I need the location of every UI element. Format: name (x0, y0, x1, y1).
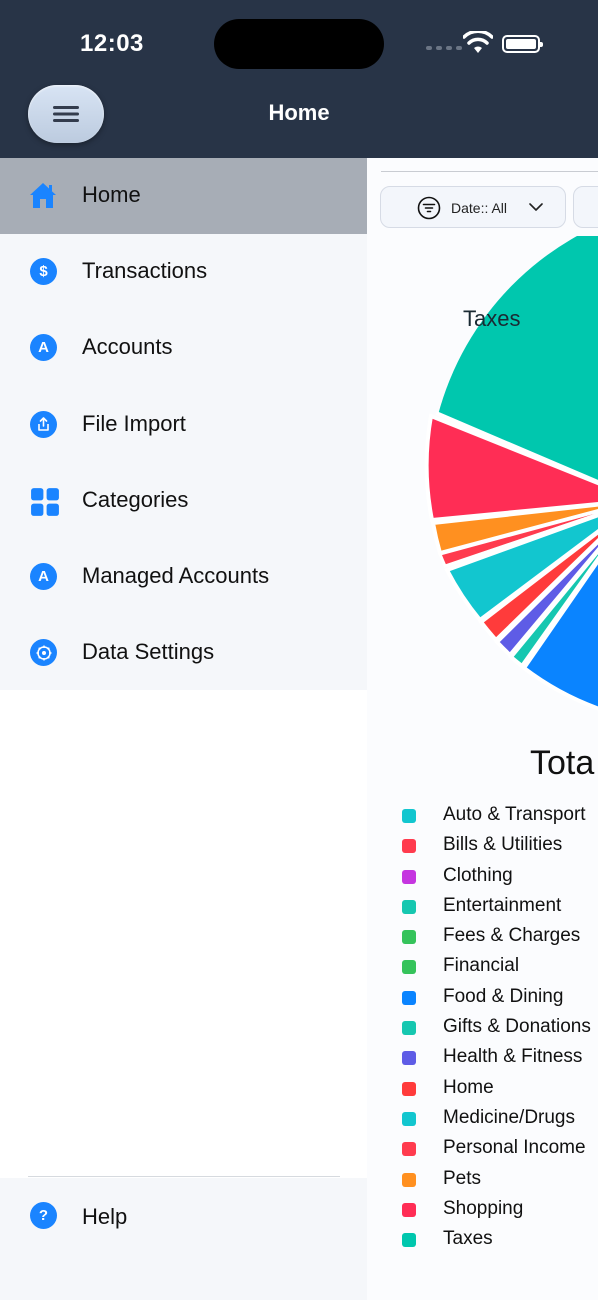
wifi-icon (463, 31, 493, 53)
legend-swatch (402, 809, 416, 823)
drawer-item-home[interactable]: Home (0, 158, 367, 234)
legend-label: Home (443, 1076, 494, 1098)
legend-swatch (402, 839, 416, 854)
legend-label: Entertainment (443, 894, 562, 916)
dollar-icon: $ (30, 258, 60, 288)
upload-icon (30, 411, 60, 441)
legend-swatch (402, 990, 416, 1005)
page-title: Home (268, 100, 330, 125)
legend-swatch (402, 1111, 416, 1126)
battery-icon (502, 35, 543, 53)
drawer-item-managed-accounts[interactable]: A Managed Accounts (0, 539, 367, 615)
date-filter-button[interactable]: Date:: All (380, 186, 566, 228)
drawer-item-label: Categories (82, 487, 189, 512)
help-icon: ? (30, 1202, 57, 1229)
legend-swatch (402, 899, 416, 914)
drawer-menu: Home $ Transactions A Accounts File Impo… (0, 158, 367, 690)
drawer-item-label: Home (82, 182, 141, 207)
legend-label: Clothing (443, 864, 513, 886)
secondary-filter-button[interactable] (573, 186, 598, 228)
legend-swatch (402, 930, 416, 945)
status-time: 12:03 (80, 30, 144, 57)
drawer-item-label: Help (82, 1204, 128, 1229)
divider (381, 171, 598, 172)
filter-icon (417, 196, 441, 220)
legend-swatch (402, 1142, 416, 1157)
drawer-item-help[interactable]: ? Help (0, 1178, 367, 1300)
drawer-item-label: File Import (82, 411, 186, 436)
legend-label: Personal Income (443, 1137, 586, 1159)
grid-icon (31, 488, 59, 516)
legend-swatch (402, 1081, 416, 1096)
date-filter-label: Date:: All (451, 200, 508, 216)
legend-label: Taxes (443, 1228, 493, 1250)
cellular-signal-icon (426, 46, 462, 50)
drawer-item-label: Data Settings (82, 639, 215, 664)
divider (28, 1176, 340, 1177)
legend-label: Pets (443, 1167, 482, 1189)
dashboard-content: Date:: All Taxes Tota Auto & Transport B… (367, 158, 598, 1300)
legend-label: Gifts & Donations (443, 1016, 591, 1038)
legend-label: Auto & Transport (443, 804, 586, 825)
legend-swatch (402, 1233, 416, 1248)
legend-label: Fees & Charges (443, 925, 581, 947)
drawer-item-label: Managed Accounts (82, 563, 270, 588)
accounts-icon: A (30, 334, 60, 364)
legend-swatch (402, 1172, 416, 1187)
total-title: Tota (530, 744, 595, 782)
drawer-item-transactions[interactable]: $ Transactions (0, 234, 367, 310)
dynamic-island (214, 19, 384, 69)
legend-label: Medicine/Drugs (443, 1106, 575, 1128)
legend-swatch (402, 1202, 416, 1217)
legend-label: Financial (443, 955, 520, 977)
legend-swatch (402, 1051, 416, 1066)
navigation-drawer: Home $ Transactions A Accounts File Impo… (0, 158, 367, 1300)
drawer-item-file-import[interactable]: File Import (0, 387, 367, 463)
accounts-icon: A (30, 563, 60, 593)
gear-icon (30, 639, 60, 669)
legend-swatch (402, 869, 416, 884)
legend-label: Health & Fitness (443, 1046, 583, 1068)
chevron-down-icon (529, 203, 543, 211)
drawer-item-accounts[interactable]: A Accounts (0, 310, 367, 386)
legend-label: Food & Dining (443, 985, 564, 1007)
legend-label: Shopping (443, 1197, 524, 1219)
legend-label: Bills & Utilities (443, 834, 563, 856)
drawer-item-label: Transactions (82, 258, 208, 283)
navigation-header: 12:03 Home (0, 0, 598, 158)
house-icon (30, 183, 56, 208)
drawer-item-label: Accounts (82, 334, 173, 359)
legend-swatch (402, 1021, 416, 1036)
drawer-item-categories[interactable]: Categories (0, 463, 367, 539)
legend-swatch (402, 960, 416, 975)
pie-slice-label: Taxes (463, 306, 521, 331)
drawer-item-data-settings[interactable]: Data Settings (0, 615, 367, 691)
